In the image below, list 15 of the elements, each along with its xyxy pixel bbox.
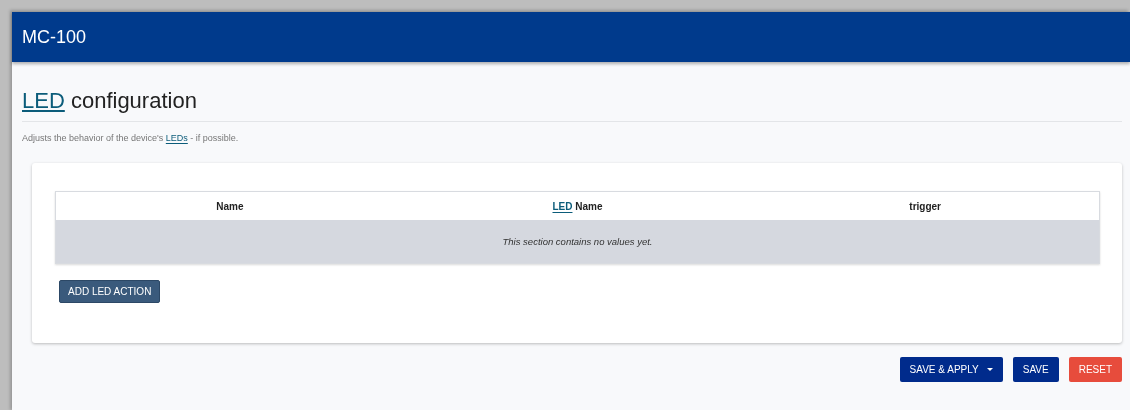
- column-header: LED Name: [551, 200, 604, 212]
- abbreviation: LED: [552, 200, 573, 212]
- save-apply-dropdown-button[interactable]: SAVE & APPLY: [899, 357, 1003, 382]
- abbreviation: LEDs: [165, 133, 188, 143]
- reset-button[interactable]: RESET: [1068, 357, 1122, 382]
- app-title: MC-100: [21, 26, 87, 49]
- column-header: trigger: [908, 200, 942, 212]
- caret-icon: [986, 368, 993, 371]
- empty-message: This section contains no values yet.: [502, 236, 653, 247]
- page-description: Adjusts the behavior of the device's LEDs - if possible.: [22, 133, 239, 143]
- column-header: Name: [215, 200, 245, 212]
- add-led-action-button[interactable]: ADD LED ACTION: [59, 280, 161, 303]
- save-button[interactable]: SAVE: [1012, 357, 1059, 382]
- page-heading: LED configuration: [22, 88, 1122, 122]
- abbreviation: LED: [22, 88, 65, 113]
